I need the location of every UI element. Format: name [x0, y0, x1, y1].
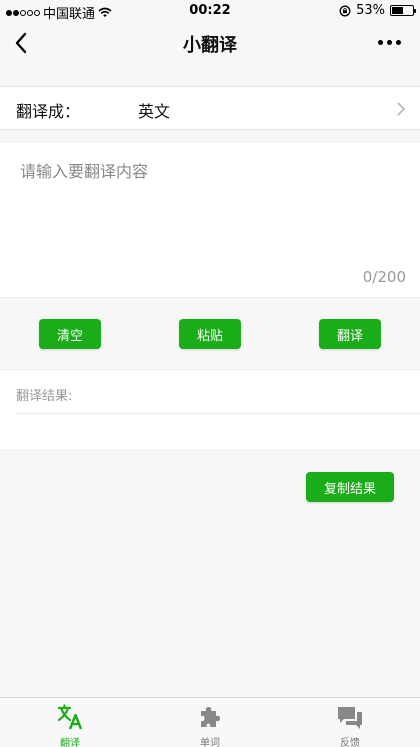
source-text-panel: 0/200 — [0, 141, 420, 298]
result-label: 翻译结果: — [16, 389, 73, 404]
target-language-selector[interactable]: 翻译成： 英文 — [0, 86, 420, 130]
copy-result-button[interactable]: 复制结果 — [306, 472, 394, 502]
battery-icon — [390, 5, 416, 16]
result-divider — [16, 413, 420, 414]
battery-fill — [392, 7, 403, 14]
status-bar: 中国联通 00:22 53% — [0, 0, 420, 22]
rotation-lock-icon — [339, 5, 351, 16]
puzzle-icon — [201, 707, 220, 727]
tab-bar: 翻译 单词 反馈 — [0, 697, 420, 747]
paste-button[interactable]: 粘贴 — [179, 319, 241, 349]
translate-icon — [57, 704, 83, 730]
source-text-input[interactable] — [20, 158, 400, 268]
target-language-value: 英文 — [138, 102, 171, 121]
character-counter: 0/200 — [362, 268, 406, 286]
page-title: 小翻译 — [183, 35, 237, 56]
chat-bubbles-icon — [338, 707, 362, 729]
tab-words[interactable]: 单词 — [140, 698, 280, 747]
more-dots-icon[interactable] — [378, 32, 406, 52]
tab-feedback[interactable]: 反馈 — [280, 698, 420, 747]
result-panel: 翻译结果: — [0, 369, 420, 451]
battery-percent: 53% — [356, 3, 385, 18]
target-language-label: 翻译成： — [16, 102, 81, 121]
translate-button[interactable]: 翻译 — [319, 319, 381, 349]
tab-label: 翻译 — [60, 738, 80, 747]
navigation-bar: 小翻译 — [0, 22, 420, 64]
tab-translate[interactable]: 翻译 — [0, 698, 140, 747]
tab-label: 反馈 — [340, 738, 360, 747]
status-right: 53% — [339, 3, 416, 18]
tab-label: 单词 — [200, 738, 220, 747]
clear-button[interactable]: 清空 — [39, 319, 101, 349]
chevron-right-icon — [397, 102, 406, 116]
